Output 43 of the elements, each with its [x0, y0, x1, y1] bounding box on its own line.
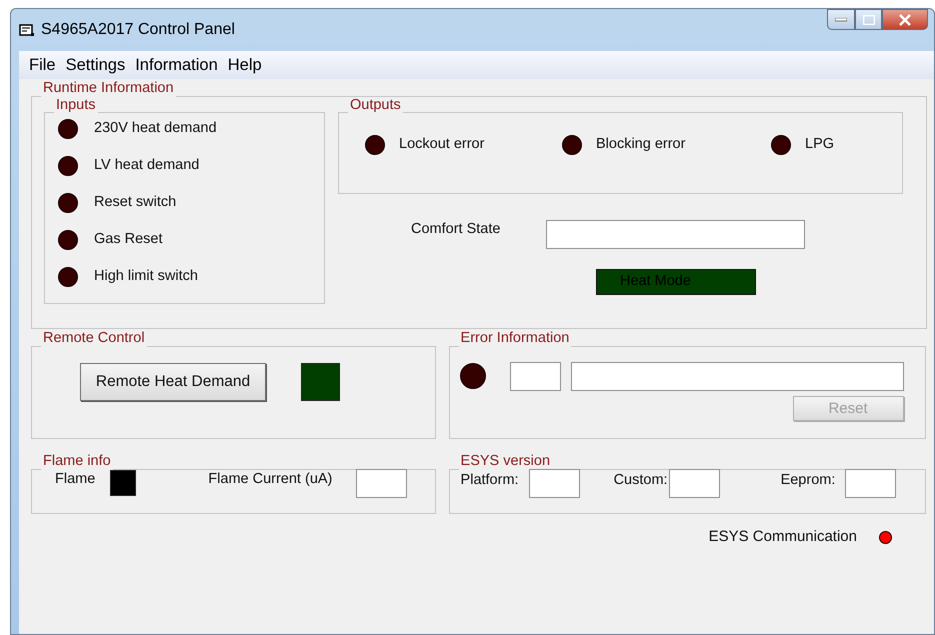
flame-current-field[interactable] — [356, 468, 408, 498]
close-button[interactable] — [882, 9, 928, 30]
comfort-state-label: Comfort State — [411, 220, 502, 240]
input-label: High limit switch — [94, 266, 198, 286]
group-title: Flame info — [41, 454, 113, 468]
menu-item[interactable]: File — [25, 52, 60, 78]
menu-item[interactable]: Help — [224, 52, 266, 78]
version-label: Custom: — [614, 471, 668, 490]
flame-current-label: Flame Current (uA) — [208, 470, 332, 490]
close-icon — [898, 14, 912, 26]
input-label: LV heat demand — [94, 156, 200, 175]
output-label: Lockout error — [399, 135, 484, 154]
version-label: Platform: — [460, 471, 519, 490]
group-title: Error Information — [458, 331, 572, 346]
version-field[interactable] — [668, 468, 720, 498]
input-label: Gas Reset — [94, 230, 162, 249]
maximize-button[interactable] — [855, 9, 882, 30]
window-app-icon — [19, 23, 35, 37]
version-label: Eeprom: — [780, 471, 836, 490]
minimize-icon — [835, 18, 847, 22]
group-title: Outputs — [348, 98, 403, 112]
comfort-state-field[interactable] — [546, 220, 805, 248]
output-label: Blocking error — [596, 135, 686, 154]
flame-label: Flame — [55, 470, 96, 490]
heat-mode-indicator: Heat Mode — [596, 268, 756, 294]
version-field[interactable] — [845, 468, 896, 498]
output-label: LPG — [805, 135, 834, 154]
menu-item[interactable]: Settings — [62, 52, 130, 78]
menu-item[interactable]: Information — [131, 52, 222, 78]
maximize-icon — [862, 14, 874, 24]
group-title: Remote Control — [41, 331, 147, 346]
version-field[interactable] — [528, 468, 580, 498]
error-text-field[interactable] — [570, 362, 904, 390]
input-label: Reset switch — [94, 192, 176, 212]
remote-heat-demand-button[interactable]: Remote Heat Demand — [80, 362, 266, 400]
group-title: Runtime Information — [41, 81, 176, 96]
input-label: 230V heat demand — [94, 118, 217, 138]
group-title: ESYS version — [458, 454, 552, 468]
group-title: Inputs — [54, 98, 98, 112]
error-code-field[interactable] — [510, 362, 561, 390]
minimize-button[interactable] — [827, 9, 855, 30]
communication-label: ESYS Communication — [708, 527, 857, 547]
window-title: S4965A2017 Control Panel — [41, 20, 235, 40]
